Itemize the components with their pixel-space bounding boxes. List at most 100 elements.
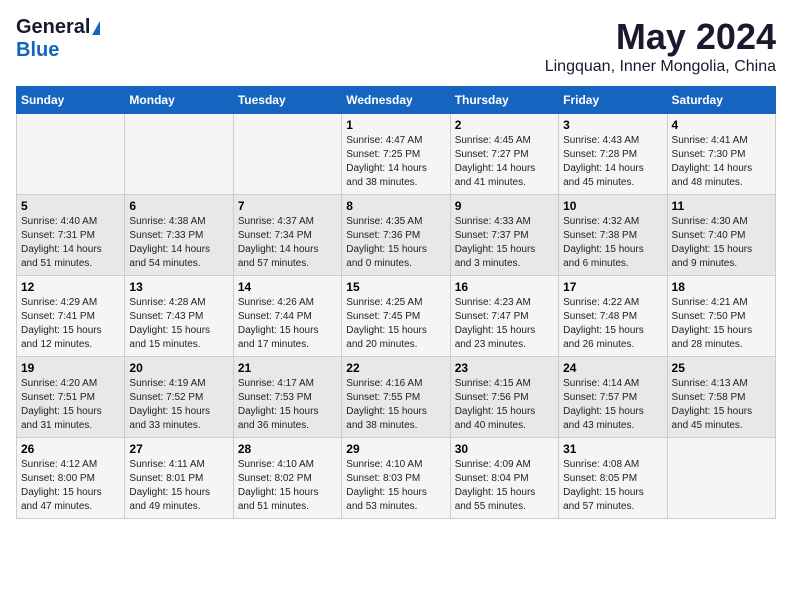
calendar-cell: 12 Sunrise: 4:29 AMSunset: 7:41 PMDayligh… (17, 276, 125, 357)
day-info: Sunrise: 4:32 AMSunset: 7:38 PMDaylight:… (563, 215, 662, 271)
calendar-cell: 23 Sunrise: 4:15 AMSunset: 7:56 PMDayligh… (450, 357, 558, 438)
calendar-cell: 24Sunrise: 4:14 AMSunset: 7:57 PMDayligh… (559, 357, 667, 438)
calendar-cell: 20 Sunrise: 4:19 AMSunset: 7:52 PMDayligh… (125, 357, 233, 438)
day-of-week-header: Monday (125, 87, 233, 114)
day-number: 19 (21, 361, 120, 375)
day-number: 13 (129, 280, 228, 294)
logo-triangle-icon (92, 21, 100, 35)
day-number: 7 (238, 199, 337, 213)
day-info: Sunrise: 4:30 AMSunset: 7:40 PMDaylight:… (672, 215, 771, 271)
day-info: Sunrise: 4:20 AMSunset: 7:51 PMDaylight:… (21, 377, 120, 433)
calendar-week-row: 26 Sunrise: 4:12 AMSunset: 8:00 PMDayligh… (17, 438, 776, 519)
calendar-cell: 4 Sunrise: 4:41 AMSunset: 7:30 PMDaylight… (667, 114, 775, 195)
calendar-cell: 9 Sunrise: 4:33 AMSunset: 7:37 PMDaylight… (450, 195, 558, 276)
calendar-week-row: 1 Sunrise: 4:47 AMSunset: 7:25 PMDaylight… (17, 114, 776, 195)
logo: General Blue (16, 16, 100, 62)
day-number: 10 (563, 199, 662, 213)
calendar-table: SundayMondayTuesdayWednesdayThursdayFrid… (16, 86, 776, 519)
day-info: Sunrise: 4:40 AMSunset: 7:31 PMDaylight:… (21, 215, 120, 271)
calendar-cell: 25Sunrise: 4:13 AMSunset: 7:58 PMDayligh… (667, 357, 775, 438)
day-number: 9 (455, 199, 554, 213)
day-number: 21 (238, 361, 337, 375)
day-number: 24 (563, 361, 662, 375)
day-number: 25 (672, 361, 771, 375)
calendar-cell: 15 Sunrise: 4:25 AMSunset: 7:45 PMDayligh… (342, 276, 450, 357)
calendar-cell: 28Sunrise: 4:10 AMSunset: 8:02 PMDayligh… (233, 438, 341, 519)
day-number: 3 (563, 118, 662, 132)
day-info: Sunrise: 4:17 AMSunset: 7:53 PMDaylight:… (238, 377, 337, 433)
day-info: Sunrise: 4:25 AMSunset: 7:45 PMDaylight:… (346, 296, 445, 352)
calendar-cell: 21 Sunrise: 4:17 AMSunset: 7:53 PMDayligh… (233, 357, 341, 438)
day-of-week-header: Saturday (667, 87, 775, 114)
day-info: Sunrise: 4:16 AMSunset: 7:55 PMDaylight:… (346, 377, 445, 433)
day-info: Sunrise: 4:37 AMSunset: 7:34 PMDaylight:… (238, 215, 337, 271)
day-number: 20 (129, 361, 228, 375)
day-number: 18 (672, 280, 771, 294)
calendar-cell: 19 Sunrise: 4:20 AMSunset: 7:51 PMDayligh… (17, 357, 125, 438)
day-info: Sunrise: 4:08 AMSunset: 8:05 PMDaylight:… (563, 458, 662, 514)
day-info: Sunrise: 4:23 AMSunset: 7:47 PMDaylight:… (455, 296, 554, 352)
day-info: Sunrise: 4:38 AMSunset: 7:33 PMDaylight:… (129, 215, 228, 271)
calendar-cell: 3 Sunrise: 4:43 AMSunset: 7:28 PMDaylight… (559, 114, 667, 195)
day-info: Sunrise: 4:26 AMSunset: 7:44 PMDaylight:… (238, 296, 337, 352)
day-of-week-header: Thursday (450, 87, 558, 114)
day-info: Sunrise: 4:43 AMSunset: 7:28 PMDaylight:… (563, 134, 662, 190)
calendar-cell: 11 Sunrise: 4:30 AMSunset: 7:40 PMDayligh… (667, 195, 775, 276)
calendar-cell (17, 114, 125, 195)
day-number: 15 (346, 280, 445, 294)
day-number: 31 (563, 442, 662, 456)
day-info: Sunrise: 4:12 AMSunset: 8:00 PMDaylight:… (21, 458, 120, 514)
calendar-title: May 2024 (545, 16, 776, 58)
day-info: Sunrise: 4:19 AMSunset: 7:52 PMDaylight:… (129, 377, 228, 433)
day-info: Sunrise: 4:28 AMSunset: 7:43 PMDaylight:… (129, 296, 228, 352)
calendar-cell: 22 Sunrise: 4:16 AMSunset: 7:55 PMDayligh… (342, 357, 450, 438)
day-number: 11 (672, 199, 771, 213)
calendar-week-row: 12 Sunrise: 4:29 AMSunset: 7:41 PMDayligh… (17, 276, 776, 357)
day-info: Sunrise: 4:10 AMSunset: 8:03 PMDaylight:… (346, 458, 445, 514)
calendar-cell: 13 Sunrise: 4:28 AMSunset: 7:43 PMDayligh… (125, 276, 233, 357)
day-number: 4 (672, 118, 771, 132)
calendar-cell: 10 Sunrise: 4:32 AMSunset: 7:38 PMDayligh… (559, 195, 667, 276)
calendar-cell: 7 Sunrise: 4:37 AMSunset: 7:34 PMDaylight… (233, 195, 341, 276)
calendar-week-row: 19 Sunrise: 4:20 AMSunset: 7:51 PMDayligh… (17, 357, 776, 438)
calendar-cell: 31 Sunrise: 4:08 AMSunset: 8:05 PMDayligh… (559, 438, 667, 519)
calendar-cell: 14 Sunrise: 4:26 AMSunset: 7:44 PMDayligh… (233, 276, 341, 357)
calendar-subtitle: Lingquan, Inner Mongolia, China (545, 58, 776, 76)
day-info: Sunrise: 4:10 AMSunset: 8:02 PMDaylight:… (238, 458, 337, 514)
day-info: Sunrise: 4:09 AMSunset: 8:04 PMDaylight:… (455, 458, 554, 514)
day-number: 26 (21, 442, 120, 456)
day-info: Sunrise: 4:11 AMSunset: 8:01 PMDaylight:… (129, 458, 228, 514)
day-info: Sunrise: 4:47 AMSunset: 7:25 PMDaylight:… (346, 134, 445, 190)
day-number: 5 (21, 199, 120, 213)
day-number: 1 (346, 118, 445, 132)
day-number: 12 (21, 280, 120, 294)
day-number: 29 (346, 442, 445, 456)
day-of-week-header: Wednesday (342, 87, 450, 114)
day-info: Sunrise: 4:33 AMSunset: 7:37 PMDaylight:… (455, 215, 554, 271)
day-info: Sunrise: 4:29 AMSunset: 7:41 PMDaylight:… (21, 296, 120, 352)
day-number: 6 (129, 199, 228, 213)
calendar-cell: 2Sunrise: 4:45 AMSunset: 7:27 PMDaylight… (450, 114, 558, 195)
day-number: 17 (563, 280, 662, 294)
day-info: Sunrise: 4:21 AMSunset: 7:50 PMDaylight:… (672, 296, 771, 352)
calendar-cell (667, 438, 775, 519)
day-number: 22 (346, 361, 445, 375)
calendar-cell: 16 Sunrise: 4:23 AMSunset: 7:47 PMDayligh… (450, 276, 558, 357)
calendar-cell: 27 Sunrise: 4:11 AMSunset: 8:01 PMDayligh… (125, 438, 233, 519)
day-number: 14 (238, 280, 337, 294)
calendar-cell (233, 114, 341, 195)
calendar-cell: 17Sunrise: 4:22 AMSunset: 7:48 PMDayligh… (559, 276, 667, 357)
logo-general: General (16, 16, 90, 39)
calendar-cell: 18 Sunrise: 4:21 AMSunset: 7:50 PMDayligh… (667, 276, 775, 357)
day-of-week-header: Friday (559, 87, 667, 114)
day-number: 23 (455, 361, 554, 375)
day-number: 27 (129, 442, 228, 456)
day-number: 16 (455, 280, 554, 294)
page-header: General Blue May 2024 Lingquan, Inner Mo… (16, 16, 776, 76)
calendar-cell: 26 Sunrise: 4:12 AMSunset: 8:00 PMDayligh… (17, 438, 125, 519)
title-area: May 2024 Lingquan, Inner Mongolia, China (545, 16, 776, 76)
calendar-cell: 30Sunrise: 4:09 AMSunset: 8:04 PMDayligh… (450, 438, 558, 519)
day-info: Sunrise: 4:41 AMSunset: 7:30 PMDaylight:… (672, 134, 771, 190)
day-info: Sunrise: 4:15 AMSunset: 7:56 PMDaylight:… (455, 377, 554, 433)
day-of-week-header: Tuesday (233, 87, 341, 114)
